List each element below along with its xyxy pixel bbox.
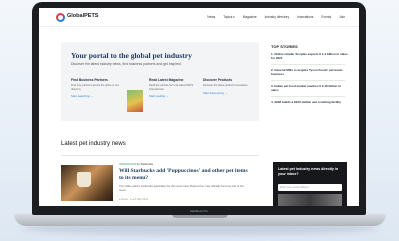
magazine-cover-image [127,90,143,112]
divider [61,155,259,156]
laptop-screen: GlobalPETS News Topics ▾ Magazine Indust… [39,8,359,206]
nav-links: News Topics ▾ Magazine Industry director… [207,15,345,19]
top-story-item[interactable]: 1. Online retailer Scoplas exports € 1.4… [271,52,349,60]
laptop-lid: MacBook Pro GlobalPETS News Topics ▾ Mag… [32,2,366,215]
nav-item-events[interactable]: Events [321,15,331,19]
hero-column-magazine: Read Latest Magazine Read the articles f… [149,78,195,98]
cup-image [77,172,91,187]
device-label: MacBook Pro [189,209,208,213]
logo-icon[interactable] [56,13,65,22]
hero-title: Your portal to the global pet industry [71,51,192,60]
column-description: Find new partners across the globe in ou… [71,84,119,91]
newsletter-title: Latest pet industry news directly in you… [278,167,339,176]
nav-item-join[interactable]: Join [339,15,345,19]
top-story-item[interactable]: 4. ADM builds a $100 million wet crushin… [271,100,349,104]
article-tag: INNOVATION by Starbucks [119,162,153,166]
top-nav: GlobalPETS News Topics ▾ Magazine Indust… [39,8,359,27]
nav-item-magazine[interactable]: Magazine [243,15,257,19]
news-section-title: Latest pet industry news [61,141,126,147]
start-reading-link[interactable]: Start reading → [149,94,195,98]
nav-item-topics[interactable]: Topics ▾ [223,15,235,19]
pets-image [278,194,342,206]
top-story-item[interactable]: 2. General Mills to acquire Tyson Foods'… [271,68,349,76]
site-logo[interactable]: GlobalPETS [67,13,98,19]
divider [271,64,345,65]
column-description: Read the articles from the latest PETS I… [149,84,194,91]
top-stories-title: TOP STORIES [271,44,298,49]
article-headline[interactable]: Will Starbucks add 'Puppuccinos' and oth… [119,168,249,182]
column-title: Discover Products [203,78,233,82]
hero-column-partners: Find Business Partners Find new partners… [71,78,129,98]
column-description: Discover the latest product innovations [203,84,248,87]
newsletter-box: Latest pet industry news directly in you… [273,162,347,206]
hero-panel: Your portal to the global pet industry D… [61,42,259,121]
start-discovering-link[interactable]: Start discovering → [203,91,253,95]
column-title: Read Latest Magazine [149,78,184,82]
column-title: Find Business Partners [71,78,108,82]
start-searching-link[interactable]: Start searching → [71,94,129,98]
hero-subtitle: Discover the latest industry news, find … [71,62,182,66]
nav-item-industry-directory[interactable]: Industry directory [265,15,289,19]
article-meta: ● News · 1 ● 8 May 2021 [119,198,149,201]
top-story-item[interactable]: 3. Italian pet food market reaches € 2.1… [271,84,349,92]
divider [271,80,345,81]
nav-item-news[interactable]: News [207,15,215,19]
hero-column-products: Discover Products Discover the latest pr… [203,78,253,95]
tag-rest: by Starbucks [136,162,153,166]
nav-item-innovations[interactable]: Innovations [297,15,313,19]
tag-category[interactable]: INNOVATION [119,162,136,166]
divider [271,96,345,97]
article-excerpt: The coffee giant's trademark application… [119,185,244,192]
email-field[interactable]: Enter your email address [278,184,342,191]
